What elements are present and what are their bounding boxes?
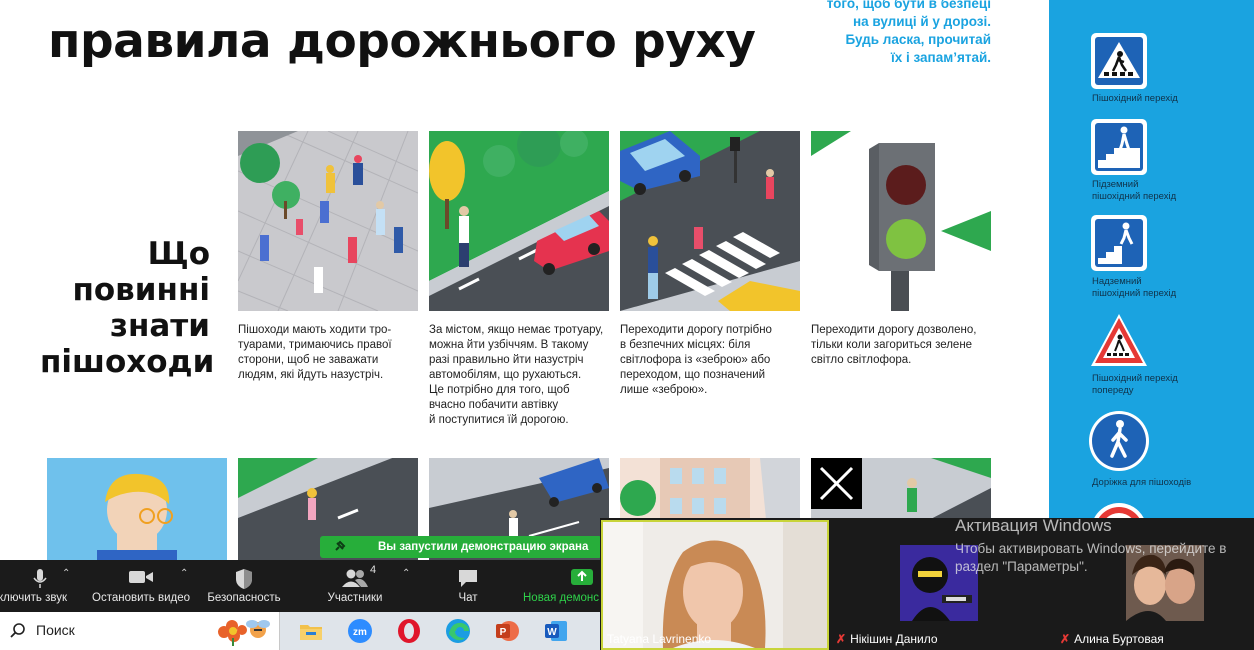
tile-text-zebra: Переходити дорогу потрібно в безпечних м… bbox=[620, 324, 772, 396]
tile-text-traffic-light: Переходити дорогу дозволено, тільки коли… bbox=[811, 324, 977, 366]
overhead-crossing-sign-icon bbox=[1090, 214, 1148, 272]
chevron-up-icon[interactable]: ⌃ bbox=[62, 568, 70, 579]
edge-browser-icon[interactable] bbox=[445, 618, 471, 644]
sign-label: Пішохідний перехід bbox=[1092, 93, 1178, 104]
sign-label: Надземний пішохідний перехід bbox=[1092, 276, 1177, 299]
chevron-up-icon[interactable]: ⌃ bbox=[402, 568, 410, 579]
illustration-child-portrait bbox=[47, 458, 227, 560]
taskbar-search-box[interactable]: Поиск bbox=[0, 612, 280, 650]
participant-video-active[interactable]: Tatyana Lavrinenko bbox=[601, 520, 829, 650]
svg-text:W: W bbox=[547, 627, 557, 638]
new-share-button[interactable]: Новая демонс bbox=[520, 560, 605, 612]
poster-intro: того, щоб бути в безпеці на вулиці й у д… bbox=[826, 0, 991, 65]
microphone-icon bbox=[32, 568, 48, 593]
participant-name: Tatyana Lavrinenko bbox=[607, 632, 712, 646]
illustration-zebra-crossing bbox=[620, 131, 800, 311]
pedestrian-path-sign-icon bbox=[1088, 410, 1150, 472]
zoom-app-icon[interactable]: zm bbox=[347, 618, 373, 644]
poster-title: правила дорожнього руху bbox=[48, 14, 756, 69]
share-screen-icon bbox=[570, 568, 594, 589]
sign-label: Пішохідний перехід попереду bbox=[1092, 373, 1178, 396]
shared-screen-poster: правила дорожнього руху того, щоб бути в… bbox=[0, 0, 1049, 560]
stop-video-button[interactable]: Остановить видео bbox=[88, 560, 194, 612]
participants-icon bbox=[341, 568, 369, 591]
chat-bubble-icon bbox=[457, 568, 479, 591]
participant-name: ✗ Нікішин Данило bbox=[836, 632, 938, 646]
close-overlay-button[interactable] bbox=[811, 458, 862, 509]
clipped-title-line bbox=[120, 0, 550, 2]
participant-name: ✗ Алина Буртовая bbox=[1060, 632, 1164, 646]
svg-text:zm: zm bbox=[353, 627, 367, 638]
sign-label: Доріжка для пішоходів bbox=[1092, 477, 1192, 488]
video-camera-icon bbox=[128, 568, 154, 589]
illustration-traffic-light bbox=[811, 131, 991, 311]
search-icon bbox=[10, 622, 26, 643]
shield-icon bbox=[234, 568, 254, 593]
illustration-sidewalk bbox=[238, 131, 418, 311]
sign-label: Підземний пішохідний перехід bbox=[1092, 179, 1177, 202]
participants-button[interactable]: 4 Участники bbox=[318, 560, 392, 612]
underground-crossing-sign-icon bbox=[1090, 118, 1148, 176]
muted-microphone-icon: ✗ bbox=[1060, 632, 1071, 646]
muted-microphone-icon: ✗ bbox=[836, 632, 847, 646]
search-highlight-flower-icon bbox=[214, 616, 272, 650]
powerpoint-icon[interactable]: P bbox=[494, 618, 520, 644]
screen-share-banner[interactable]: Вы запустили демонстрацию экрана bbox=[320, 536, 602, 558]
word-icon[interactable]: W bbox=[543, 618, 569, 644]
close-icon bbox=[819, 466, 854, 501]
svg-text:P: P bbox=[500, 627, 507, 638]
tile-text-sidewalk: Пішоходи мають ходити тро- туарами, трим… bbox=[238, 324, 392, 381]
opera-browser-icon[interactable] bbox=[396, 618, 422, 644]
security-button[interactable]: Безопасность bbox=[200, 560, 288, 612]
tile-text-roadside: За містом, якщо немає тротуару, можна йт… bbox=[429, 324, 604, 426]
participant-video-feed bbox=[603, 522, 827, 648]
pedestrian-crossing-sign-icon bbox=[1090, 32, 1148, 90]
file-explorer-icon[interactable] bbox=[298, 618, 324, 644]
participants-count: 4 bbox=[370, 564, 377, 576]
illustration-roadside bbox=[429, 131, 609, 311]
windows-activation-watermark: Активация Windows Чтобы активировать Win… bbox=[955, 516, 1227, 574]
crossing-ahead-warning-sign-icon bbox=[1090, 312, 1148, 370]
section-heading: Що повинні знати пішоходи bbox=[40, 236, 215, 380]
chat-button[interactable]: Чат bbox=[446, 560, 490, 612]
chevron-up-icon[interactable]: ⌃ bbox=[180, 568, 188, 579]
